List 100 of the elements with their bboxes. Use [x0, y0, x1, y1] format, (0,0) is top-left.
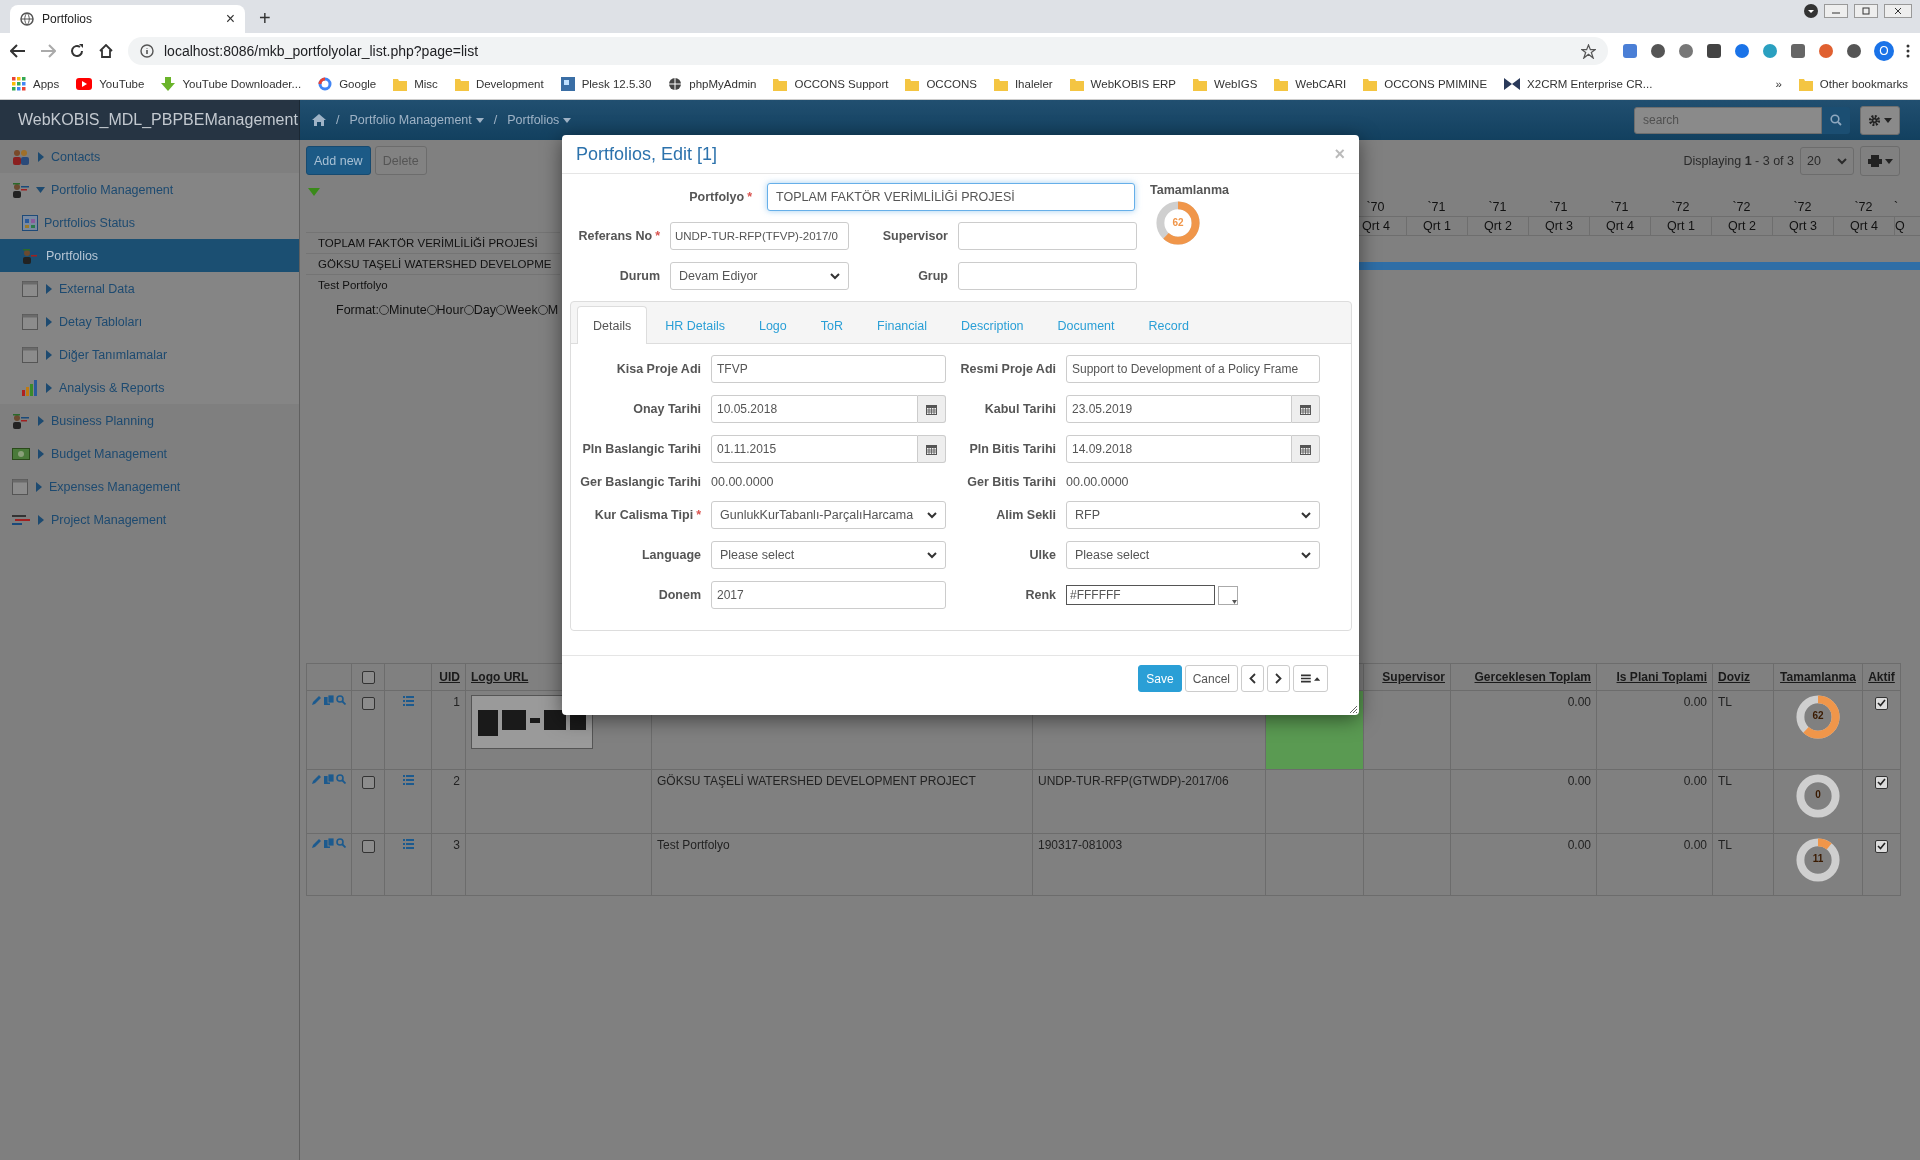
color-field[interactable]: #FFFFFF: [1066, 585, 1215, 605]
resize-grip-icon[interactable]: [1349, 705, 1357, 713]
previous-button[interactable]: [1241, 665, 1264, 692]
bookmark[interactable]: Plesk 12.5.30: [560, 77, 652, 91]
row-checkbox[interactable]: [361, 775, 375, 789]
bookmark[interactable]: Misc: [393, 77, 438, 91]
active-checkbox[interactable]: [1875, 696, 1888, 710]
bookmark[interactable]: YouTube: [76, 78, 145, 90]
breadcrumb-link[interactable]: Portfolio Management: [349, 113, 484, 127]
table-cell: TL: [1718, 695, 1732, 710]
extension-icon[interactable]: [1650, 43, 1666, 59]
bookmark[interactable]: WebCARI: [1274, 77, 1347, 91]
text-field[interactable]: 2017: [711, 581, 946, 609]
crm-icon: [1504, 78, 1521, 90]
tab-search-icon[interactable]: [1804, 4, 1818, 18]
date-field[interactable]: 23.05.2019: [1066, 395, 1292, 423]
row-checkbox[interactable]: [361, 696, 375, 710]
close-tab-button[interactable]: ×: [225, 10, 235, 28]
bookmark[interactable]: OCCONS PMIMINE: [1363, 77, 1488, 91]
field-label: Kur Calisma Tipi *: [593, 508, 701, 522]
text-field[interactable]: Support to Development of a Policy Frame: [1066, 355, 1320, 383]
print-button[interactable]: [1860, 146, 1900, 176]
calendar-button[interactable]: [1292, 435, 1320, 463]
settings-button[interactable]: [1860, 105, 1900, 135]
color-swatch-button[interactable]: [1218, 585, 1238, 605]
sidebar-item[interactable]: Portfolios: [0, 239, 299, 272]
bookmark[interactable]: WebKOBIS ERP: [1069, 77, 1177, 91]
bookmark[interactable]: OCCONS Support: [773, 77, 889, 91]
date-field[interactable]: 14.09.2018: [1066, 435, 1292, 463]
bookmark[interactable]: phpMyAdmin: [668, 77, 757, 91]
active-checkbox[interactable]: [1875, 839, 1888, 853]
extension-icon[interactable]: [1706, 43, 1722, 59]
calendar-button[interactable]: [918, 435, 946, 463]
extension-icon[interactable]: [1846, 43, 1862, 59]
tab[interactable]: Details: [577, 306, 648, 344]
menu-icon[interactable]: [1906, 44, 1910, 58]
extension-icon[interactable]: [1678, 43, 1694, 59]
star-icon[interactable]: [1581, 43, 1596, 59]
menu-button[interactable]: [1293, 665, 1328, 692]
bookmark[interactable]: Ihaleler: [993, 77, 1053, 91]
format-radio[interactable]: Day: [463, 303, 496, 317]
field-label: Onay Tarihi: [632, 402, 701, 416]
back-icon[interactable]: [10, 44, 26, 58]
bookmark[interactable]: YouTube Downloader...: [161, 77, 302, 91]
app-brand[interactable]: WebKOBIS_MDL_PBPBEManagement: [0, 100, 300, 140]
format-radio[interactable]: Hour: [426, 303, 464, 317]
active-checkbox[interactable]: [1875, 775, 1888, 789]
toolbar-button[interactable]: Add new: [306, 146, 371, 175]
select-field[interactable]: RFP: [1066, 501, 1320, 529]
bookmark-folder[interactable]: Other bookmarks: [1798, 77, 1908, 91]
address-bar[interactable]: localhost:8086/mkb_portfolyolar_list.php?page=list: [128, 37, 1608, 65]
quarter-label: Qrt 3: [1772, 216, 1833, 236]
search-button[interactable]: [1822, 106, 1850, 134]
extension-icon[interactable]: [1790, 43, 1806, 59]
breadcrumb-link[interactable]: Portfolios: [507, 113, 572, 127]
bookmark[interactable]: Development: [454, 77, 544, 91]
restore-icon[interactable]: [1854, 4, 1878, 18]
breadcrumb-separator: /: [493, 113, 498, 127]
select-field[interactable]: Please select: [1066, 541, 1320, 569]
text-field[interactable]: TFVP: [711, 355, 946, 383]
more-bookmarks-button[interactable]: »: [1775, 78, 1782, 90]
window-icon: [12, 478, 28, 495]
text-field[interactable]: TOPLAM FAKTÖR VERİMLİLİĞİ PROJESİ: [767, 183, 1135, 211]
select-all-checkbox[interactable]: [361, 671, 375, 685]
text-field[interactable]: [958, 222, 1137, 250]
home-icon[interactable]: [98, 44, 114, 58]
calendar-button[interactable]: [1292, 395, 1320, 423]
bookmark[interactable]: Google: [318, 77, 377, 91]
profile-avatar[interactable]: O: [1874, 41, 1894, 61]
new-tab-button[interactable]: +: [259, 7, 271, 30]
date-field[interactable]: 01.11.2015: [711, 435, 918, 463]
format-radio[interactable]: M: [537, 303, 559, 317]
format-radio[interactable]: Minute: [379, 303, 427, 317]
reload-icon[interactable]: [70, 44, 84, 58]
bookmark[interactable]: WebIGS: [1193, 77, 1258, 91]
bookmark[interactable]: Apps: [12, 77, 60, 91]
page-size-select[interactable]: 20: [1800, 147, 1854, 175]
search-field[interactable]: search: [1634, 106, 1822, 134]
text-field[interactable]: UNDP-TUR-RFP(TFVP)-2017/0: [670, 222, 849, 250]
format-radio[interactable]: Week: [495, 303, 538, 317]
next-button[interactable]: [1267, 665, 1290, 692]
field-label: Renk: [1024, 588, 1056, 602]
text-field[interactable]: [958, 262, 1137, 290]
close-icon[interactable]: [1884, 4, 1912, 18]
extension-icon[interactable]: [1734, 43, 1750, 59]
column-header[interactable]: Logo URL: [471, 670, 529, 684]
browser-tab[interactable]: Portfolios ×: [10, 5, 245, 33]
date-field[interactable]: 10.05.2018: [711, 395, 918, 423]
bookmark[interactable]: OCCONS: [905, 77, 977, 91]
field-label: Ger Baslangic Tarihi: [579, 475, 701, 489]
dialog-button[interactable]: Cancel: [1184, 665, 1238, 692]
row-checkbox[interactable]: [361, 839, 375, 853]
select-field[interactable]: Please select: [711, 541, 946, 569]
progress-ring: [1156, 201, 1200, 245]
bookmark[interactable]: X2CRM Enterprise CR...: [1504, 78, 1653, 90]
calendar-button[interactable]: [918, 395, 946, 423]
select-field[interactable]: Devam Ediyor: [670, 262, 849, 290]
forward-icon[interactable]: [40, 44, 56, 58]
select-field[interactable]: GunlukKurTabanlı-ParçalıHarcama: [711, 501, 946, 529]
minimize-icon[interactable]: [1824, 4, 1848, 18]
